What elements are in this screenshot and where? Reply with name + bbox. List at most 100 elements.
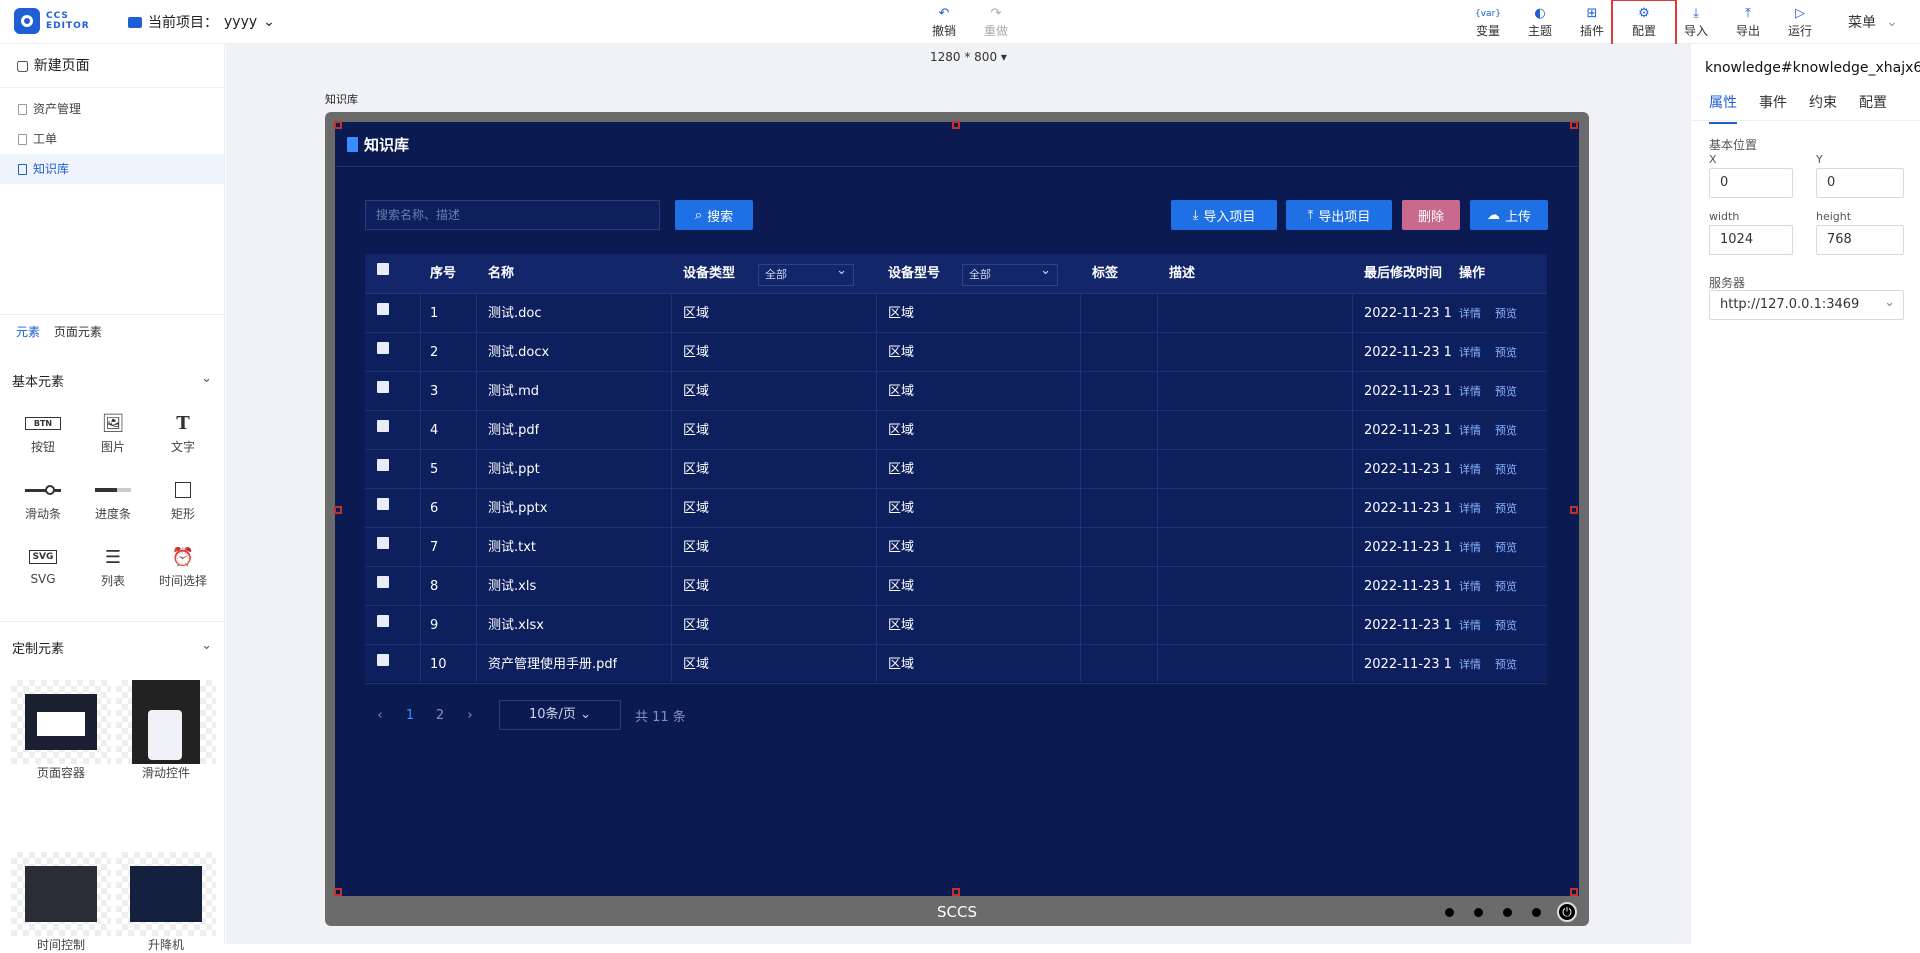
page-item-knowledge[interactable]: 知识库 bbox=[0, 154, 224, 184]
detail-link[interactable]: 详情 bbox=[1459, 294, 1481, 333]
redo-button[interactable]: ↷ 重做 bbox=[974, 6, 1018, 39]
preview-link[interactable]: 预览 bbox=[1495, 606, 1517, 645]
row-checkbox[interactable] bbox=[377, 498, 389, 510]
detail-link[interactable]: 详情 bbox=[1459, 606, 1481, 645]
element-progress[interactable]: 进度条 bbox=[83, 479, 143, 522]
detail-link[interactable]: 详情 bbox=[1459, 567, 1481, 606]
canvas-size-selector[interactable]: 1280 * 800 ▾ bbox=[930, 50, 1007, 64]
resize-handle-tl[interactable] bbox=[334, 121, 342, 129]
resize-handle-l[interactable] bbox=[334, 506, 342, 514]
page-1-button[interactable]: 1 bbox=[395, 708, 425, 723]
preview-link[interactable]: 预览 bbox=[1495, 645, 1517, 684]
element-time-picker[interactable]: ⏰ 时间选择 bbox=[153, 546, 213, 589]
row-checkbox[interactable] bbox=[377, 615, 389, 627]
page-item-assets[interactable]: 资产管理 bbox=[0, 94, 224, 124]
element-text[interactable]: T 文字 bbox=[153, 412, 213, 455]
detail-link[interactable]: 详情 bbox=[1459, 333, 1481, 372]
power-icon[interactable]: ⏻ bbox=[1557, 902, 1577, 922]
table-row[interactable]: 4 测试.pdf 区域 区域 2022-11-23 1 详情 预览 bbox=[365, 411, 1547, 450]
plugin-button[interactable]: ⊞ 插件 bbox=[1570, 6, 1614, 39]
preview-link[interactable]: 预览 bbox=[1495, 489, 1517, 528]
row-checkbox[interactable] bbox=[377, 459, 389, 471]
resize-handle-b[interactable] bbox=[952, 888, 960, 896]
resize-handle-tr[interactable] bbox=[1570, 121, 1578, 129]
device-model-filter[interactable]: 全部 bbox=[962, 261, 1058, 286]
table-row[interactable]: 2 测试.docx 区域 区域 2022-11-23 1 详情 预览 bbox=[365, 333, 1547, 372]
new-page-button[interactable]: ▢ 新建页面 bbox=[0, 44, 224, 88]
search-input[interactable]: 搜索名称、描述 bbox=[365, 200, 660, 230]
tab-page-elements[interactable]: 页面元素 bbox=[54, 325, 102, 339]
preview-link[interactable]: 预览 bbox=[1495, 528, 1517, 567]
resize-handle-t[interactable] bbox=[952, 121, 960, 129]
next-page-button[interactable]: › bbox=[455, 708, 485, 723]
resize-handle-br[interactable] bbox=[1570, 888, 1578, 896]
import-button[interactable]: ⤓ 导入 bbox=[1674, 6, 1718, 39]
custom-page-container[interactable] bbox=[11, 680, 111, 764]
element-slider[interactable]: 滑动条 bbox=[13, 479, 73, 522]
row-checkbox[interactable] bbox=[377, 303, 389, 315]
page-2-button[interactable]: 2 bbox=[425, 708, 455, 723]
select-all-checkbox[interactable] bbox=[377, 263, 389, 275]
height-input[interactable]: 768 bbox=[1816, 225, 1904, 255]
basic-elements-header[interactable]: 基本元素 ⌄ bbox=[12, 371, 212, 390]
prev-page-button[interactable]: ‹ bbox=[365, 708, 395, 723]
variable-button[interactable]: {var} 变量 bbox=[1466, 6, 1510, 39]
row-checkbox[interactable] bbox=[377, 381, 389, 393]
preview-link[interactable]: 预览 bbox=[1495, 567, 1517, 606]
server-select[interactable]: http://127.0.0.1:3469 ⌄ bbox=[1709, 290, 1904, 320]
element-rectangle[interactable]: 矩形 bbox=[153, 479, 213, 522]
preview-link[interactable]: 预览 bbox=[1495, 333, 1517, 372]
custom-elevator[interactable] bbox=[116, 852, 216, 936]
custom-elements-header[interactable]: 定制元素 ⌄ bbox=[12, 638, 212, 657]
undo-button[interactable]: ↶ 撤销 bbox=[922, 6, 966, 39]
table-row[interactable]: 3 测试.md 区域 区域 2022-11-23 1 详情 预览 bbox=[365, 372, 1547, 411]
knowledge-screen[interactable]: 知识库 搜索名称、描述 ⌕ 搜索 ⤓ 导入项目 ⤒ 导出项目 删除 ☁ 上传 序号 名称… bbox=[335, 122, 1579, 896]
delete-button[interactable]: 删除 bbox=[1402, 200, 1460, 230]
resize-handle-r[interactable] bbox=[1570, 506, 1578, 514]
export-button[interactable]: ⤒ 导出 bbox=[1726, 6, 1770, 39]
row-checkbox[interactable] bbox=[377, 576, 389, 588]
width-input[interactable]: 1024 bbox=[1709, 225, 1793, 255]
x-input[interactable]: 0 bbox=[1709, 168, 1793, 198]
menu-button[interactable]: 菜单 ⌄ bbox=[1848, 12, 1898, 32]
custom-slider-control[interactable] bbox=[116, 680, 216, 764]
detail-link[interactable]: 详情 bbox=[1459, 489, 1481, 528]
detail-link[interactable]: 详情 bbox=[1459, 645, 1481, 684]
detail-link[interactable]: 详情 bbox=[1459, 450, 1481, 489]
y-input[interactable]: 0 bbox=[1816, 168, 1904, 198]
page-item-workorder[interactable]: 工单 bbox=[0, 124, 224, 154]
table-row[interactable]: 5 测试.ppt 区域 区域 2022-11-23 1 详情 预览 bbox=[365, 450, 1547, 489]
tab-elements[interactable]: 元素 bbox=[16, 325, 40, 339]
table-row[interactable]: 9 测试.xlsx 区域 区域 2022-11-23 1 详情 预览 bbox=[365, 606, 1547, 645]
element-button[interactable]: BTN 按钮 bbox=[13, 412, 73, 455]
project-selector[interactable]: 当前项目： yyyy ⌄ bbox=[128, 12, 275, 32]
element-svg[interactable]: SVG SVG bbox=[13, 546, 73, 586]
run-button[interactable]: ▷ 运行 bbox=[1778, 6, 1822, 39]
table-row[interactable]: 6 测试.pptx 区域 区域 2022-11-23 1 详情 预览 bbox=[365, 489, 1547, 528]
row-checkbox[interactable] bbox=[377, 537, 389, 549]
upload-button[interactable]: ☁ 上传 bbox=[1470, 200, 1548, 230]
detail-link[interactable]: 详情 bbox=[1459, 411, 1481, 450]
element-list[interactable]: ☰ 列表 bbox=[83, 546, 143, 589]
table-row[interactable]: 8 测试.xls 区域 区域 2022-11-23 1 详情 预览 bbox=[365, 567, 1547, 606]
table-row[interactable]: 10 资产管理使用手册.pdf 区域 区域 2022-11-23 1 详情 预览 bbox=[365, 645, 1547, 684]
theme-button[interactable]: ◐ 主题 bbox=[1518, 6, 1562, 39]
row-checkbox[interactable] bbox=[377, 654, 389, 666]
page-size-select[interactable]: 10条/页 ⌄ bbox=[499, 700, 621, 730]
element-image[interactable]: 🖼 图片 bbox=[83, 412, 143, 455]
preview-link[interactable]: 预览 bbox=[1495, 450, 1517, 489]
resize-handle-bl[interactable] bbox=[334, 888, 342, 896]
search-button[interactable]: ⌕ 搜索 bbox=[675, 200, 753, 230]
table-row[interactable]: 7 测试.txt 区域 区域 2022-11-23 1 详情 预览 bbox=[365, 528, 1547, 567]
preview-link[interactable]: 预览 bbox=[1495, 372, 1517, 411]
preview-link[interactable]: 预览 bbox=[1495, 294, 1517, 333]
row-checkbox[interactable] bbox=[377, 420, 389, 432]
row-checkbox[interactable] bbox=[377, 342, 389, 354]
detail-link[interactable]: 详情 bbox=[1459, 372, 1481, 411]
table-row[interactable]: 1 测试.doc 区域 区域 2022-11-23 1 详情 预览 bbox=[365, 294, 1547, 333]
device-type-filter[interactable]: 全部 bbox=[758, 261, 854, 286]
custom-time-control[interactable] bbox=[11, 852, 111, 936]
import-project-button[interactable]: ⤓ 导入项目 bbox=[1171, 200, 1277, 230]
detail-link[interactable]: 详情 bbox=[1459, 528, 1481, 567]
preview-link[interactable]: 预览 bbox=[1495, 411, 1517, 450]
